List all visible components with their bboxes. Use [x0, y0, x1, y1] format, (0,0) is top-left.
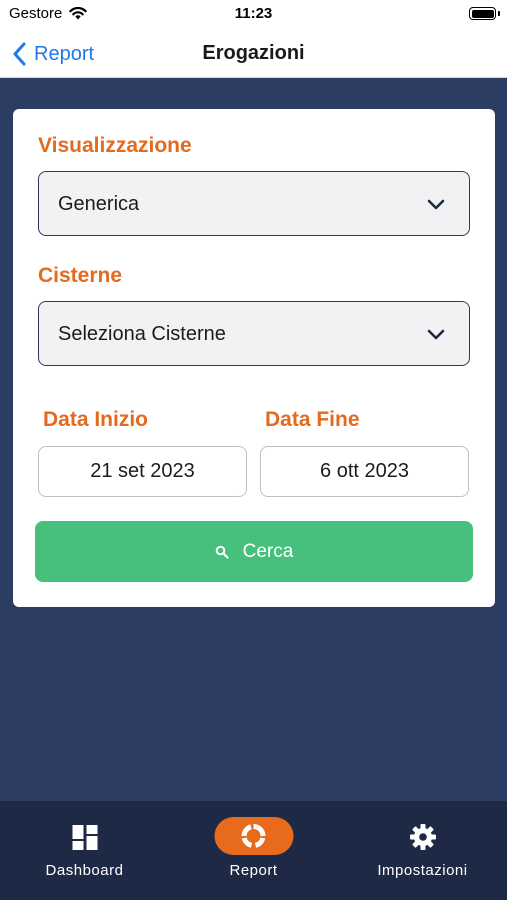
tab-report[interactable]: Report — [169, 801, 338, 900]
report-icon — [241, 824, 266, 848]
tab-report-label: Report — [229, 862, 278, 879]
tab-bar: Dashboard Report Impostazioni — [0, 801, 507, 900]
battery-tip — [498, 11, 500, 16]
visualizzazione-select[interactable]: Generica — [38, 171, 470, 236]
active-tab-indicator — [214, 817, 293, 855]
cisterne-select[interactable]: Seleziona Cisterne — [38, 301, 470, 366]
data-fine-picker[interactable]: 6 ott 2023 — [260, 446, 469, 497]
search-icon — [215, 545, 229, 559]
search-button-label: Cerca — [242, 540, 294, 562]
tab-dashboard-label: Dashboard — [45, 862, 124, 879]
data-inizio-picker[interactable]: 21 set 2023 — [38, 446, 247, 497]
gear-icon — [409, 824, 436, 850]
cisterne-label: Cisterne — [38, 264, 123, 287]
tab-impostazioni-label: Impostazioni — [377, 862, 468, 879]
filter-card: Visualizzazione Generica Cisterne Selezi… — [13, 109, 495, 607]
cisterne-value: Seleziona Cisterne — [58, 323, 226, 345]
status-bar: Gestore 11:23 — [0, 0, 507, 30]
status-time: 11:23 — [234, 5, 273, 22]
chevron-down-icon — [427, 199, 445, 210]
tab-impostazioni[interactable]: Impostazioni — [338, 801, 507, 900]
page-title: Erogazioni — [202, 42, 305, 64]
visualizzazione-label: Visualizzazione — [38, 134, 192, 157]
data-fine-label: Data Fine — [265, 408, 360, 431]
visualizzazione-value: Generica — [58, 193, 140, 215]
chevron-down-icon — [427, 329, 445, 340]
tab-dashboard[interactable]: Dashboard — [0, 801, 169, 900]
battery-icon — [469, 7, 496, 20]
search-button[interactable]: Cerca — [35, 521, 473, 582]
dashboard-icon — [72, 825, 97, 850]
data-inizio-label: Data Inizio — [43, 408, 149, 431]
navigation-bar: Report Erogazioni — [0, 30, 507, 78]
